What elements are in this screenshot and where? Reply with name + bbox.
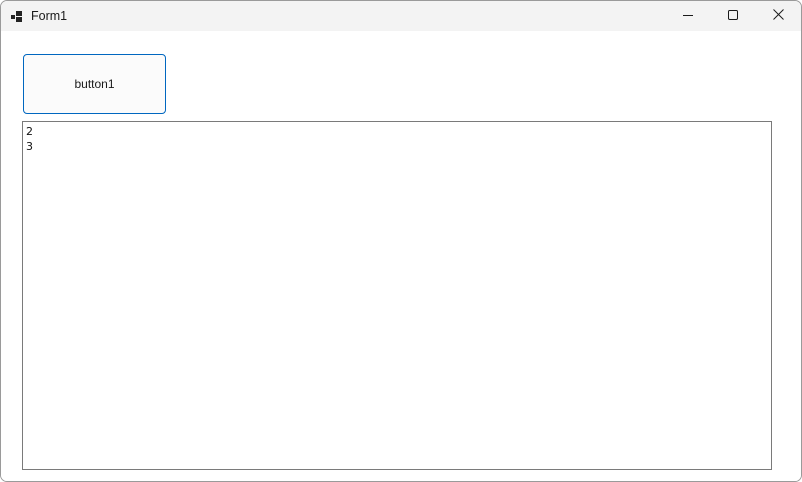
- app-window: Form1 button1 2 3: [0, 0, 802, 482]
- list-box[interactable]: 2 3: [22, 121, 772, 470]
- form-client-area: button1 2 3: [1, 31, 801, 481]
- minimize-icon: [683, 7, 693, 25]
- list-item[interactable]: 3: [26, 139, 768, 154]
- close-icon: [772, 7, 784, 25]
- maximize-button[interactable]: [710, 1, 756, 31]
- close-button[interactable]: [755, 1, 801, 31]
- title-bar[interactable]: Form1: [1, 1, 801, 31]
- minimize-button[interactable]: [665, 1, 711, 31]
- winforms-app-icon: [11, 10, 23, 22]
- button1[interactable]: button1: [23, 54, 166, 114]
- list-item[interactable]: 2: [26, 124, 768, 139]
- maximize-icon: [728, 7, 738, 25]
- window-title: Form1: [31, 9, 68, 23]
